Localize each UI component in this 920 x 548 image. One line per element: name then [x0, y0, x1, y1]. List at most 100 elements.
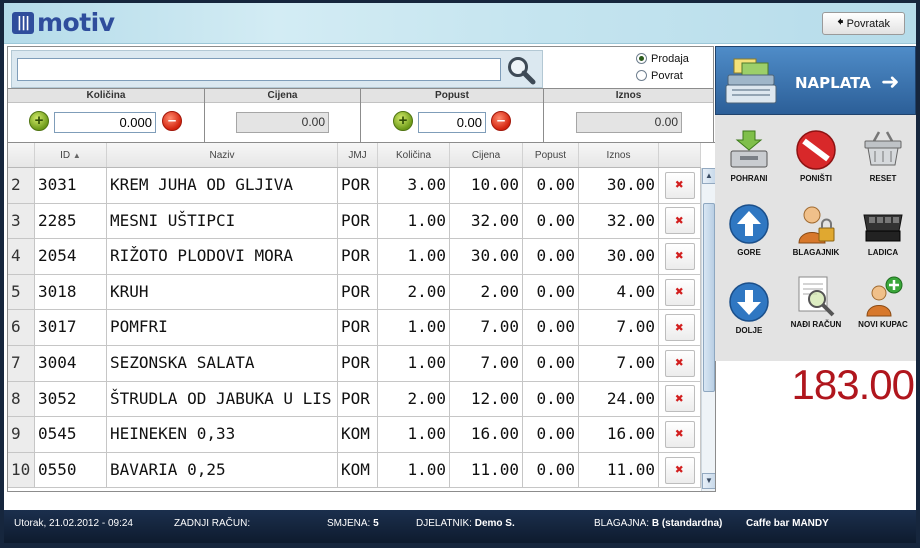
delete-row-button[interactable]: ✖	[664, 456, 695, 484]
discount-increase-button[interactable]: +	[393, 111, 413, 131]
mode-option-povrat[interactable]: Povrat	[636, 67, 689, 84]
reset-label: RESET	[869, 174, 897, 183]
delete-cell: ✖	[659, 452, 701, 488]
pohrani-label: POHRANI	[730, 174, 768, 183]
col-header-amount[interactable]: Iznos	[579, 143, 659, 167]
delete-row-button[interactable]: ✖	[664, 207, 695, 235]
row-number-cell: 9	[8, 417, 35, 452]
scroll-thumb[interactable]	[703, 203, 715, 392]
status-shift-label: SMJENA:	[327, 518, 371, 529]
ponisti-button[interactable]: PONIŠTI	[783, 129, 849, 185]
delete-row-button[interactable]: ✖	[664, 171, 695, 199]
row-number-cell: 5	[8, 274, 35, 310]
item-unit-cell: POR	[338, 310, 378, 345]
dolje-button[interactable]: DOLJE	[716, 281, 782, 337]
col-header-price[interactable]: Cijena	[450, 143, 523, 167]
item-price-cell: 30.00	[450, 239, 523, 274]
delete-row-button[interactable]: ✖	[664, 349, 695, 377]
table-row[interactable]: 6 3017 POMFRI POR 1.00 7.00 0.00 7.00 ✖	[8, 310, 701, 346]
table-scrollbar[interactable]: ▲ ▼	[701, 168, 715, 491]
item-amount-cell: 32.00	[579, 203, 659, 239]
delete-row-button[interactable]: ✖	[664, 278, 695, 306]
quantity-decrease-button[interactable]: –	[162, 111, 182, 131]
row-number-cell: 4	[8, 239, 35, 274]
item-price-cell: 7.00	[450, 345, 523, 381]
add-customer-icon	[866, 276, 903, 317]
item-name-cell: MESNI UŠTIPCI	[107, 203, 338, 239]
delete-row-button[interactable]: ✖	[664, 420, 695, 448]
search-input[interactable]	[17, 58, 501, 81]
delete-row-button[interactable]: ✖	[664, 385, 695, 413]
search-icon[interactable]	[506, 55, 536, 85]
item-price-cell: 7.00	[450, 310, 523, 345]
status-venue: Caffe bar MANDY	[746, 518, 829, 529]
table-row[interactable]: 5 3018 KRUH POR 2.00 2.00 0.00 4.00 ✖	[8, 274, 701, 311]
delete-row-button[interactable]: ✖	[664, 242, 695, 270]
scroll-down-button[interactable]: ▼	[702, 473, 715, 489]
col-header-unit[interactable]: JMJ	[338, 143, 378, 167]
col-header-id[interactable]: ID ▲	[35, 143, 107, 167]
delete-x-icon: ✖	[675, 177, 684, 194]
discount-decrease-button[interactable]: –	[491, 111, 511, 131]
table-row[interactable]: 8 3052 ŠTRUDLA OD JABUKA U LIS POR 2.00 12.00…	[8, 381, 701, 418]
status-employee-value: Demo S.	[474, 518, 515, 529]
item-id-cell: 2285	[35, 203, 107, 239]
logo: ||| motiv	[12, 10, 115, 36]
table-row[interactable]: 9 0545 HEINEKEN 0,33 KOM 1.00 16.00 0.00 16.00 ✖	[8, 417, 701, 453]
pohrani-button[interactable]: POHRANI	[716, 129, 782, 185]
reset-button[interactable]: RESET	[850, 129, 916, 185]
delete-x-icon: ✖	[675, 248, 684, 265]
item-id-cell: 3017	[35, 310, 107, 345]
col-header-name[interactable]: Naziv	[107, 143, 338, 167]
item-quantity-cell: 1.00	[378, 417, 450, 452]
delete-cell: ✖	[659, 274, 701, 310]
item-quantity-cell: 2.00	[378, 381, 450, 417]
search-box	[11, 50, 543, 88]
mode-option-prodaja[interactable]: Prodaja	[636, 50, 689, 67]
item-name-cell: BAVARIA 0,25	[107, 452, 338, 488]
table-row[interactable]: 4 2054 RIŽOTO PLODOVI MORA POR 1.00 30.00 0.00…	[8, 239, 701, 275]
discount-field-group: Popust + 0.00 –	[361, 89, 544, 142]
item-name-cell: ŠTRUDLA OD JABUKA U LIS	[107, 381, 338, 417]
payment-button[interactable]: NAPLATA ➜	[715, 46, 916, 115]
logo-mark-icon: |||	[12, 12, 34, 34]
quantity-input[interactable]: 0.000	[54, 112, 156, 133]
item-quantity-cell: 1.00	[378, 310, 450, 345]
ladica-button[interactable]: LADICA	[850, 203, 916, 259]
logo-text: motiv	[37, 8, 115, 37]
table-row[interactable]: 10 0550 BAVARIA 0,25 KOM 1.00 11.00 0.00 11.00 ✖	[8, 452, 701, 489]
item-amount-cell: 16.00	[579, 417, 659, 452]
amount-field-group: Iznos 0.00	[544, 89, 713, 142]
delete-cell: ✖	[659, 345, 701, 381]
item-id-cell: 3052	[35, 381, 107, 417]
ponisti-label: PONIŠTI	[799, 174, 832, 183]
quantity-field-group: Količina + 0.000 –	[8, 89, 205, 142]
col-header-id-label: ID	[60, 150, 71, 161]
item-id-cell: 0545	[35, 417, 107, 452]
delete-cell: ✖	[659, 168, 701, 203]
delete-row-button[interactable]: ✖	[664, 314, 695, 342]
back-button[interactable]: 🠸 Povratak	[822, 12, 905, 35]
scroll-up-button[interactable]: ▲	[702, 168, 715, 184]
delete-cell: ✖	[659, 203, 701, 239]
delete-cell: ✖	[659, 417, 701, 452]
col-header-discount[interactable]: Popust	[523, 143, 579, 167]
header-bar: ||| motiv 🠸 Povratak	[4, 3, 916, 44]
col-header-quantity[interactable]: Količina	[378, 143, 450, 167]
table-row[interactable]: 2 3031 KREM JUHA OD GLJIVA POR 3.00 10.00 0.00…	[8, 168, 701, 204]
item-name-cell: RIŽOTO PLODOVI MORA	[107, 239, 338, 274]
gore-button[interactable]: GORE	[716, 203, 782, 259]
table-row[interactable]: 7 3004 SEZONSKA SALATA POR 1.00 7.00 0.00 7.00 ✖	[8, 345, 701, 382]
discount-input[interactable]: 0.00	[418, 112, 486, 133]
item-name-cell: KREM JUHA OD GLJIVA	[107, 168, 338, 203]
blagajnik-button[interactable]: BLAGAJNIK	[783, 203, 849, 259]
nadi-racun-button[interactable]: NAĐI RAČUN	[783, 275, 849, 331]
col-header-delete	[659, 143, 701, 167]
item-quantity-cell: 3.00	[378, 168, 450, 203]
table-row[interactable]: 3 2285 MESNI UŠTIPCI POR 1.00 32.00 0.00 32.00 ✖	[8, 203, 701, 240]
novi-kupac-button[interactable]: NOVI KUPAC	[850, 275, 916, 331]
delete-x-icon: ✖	[675, 426, 684, 443]
item-entry-row: Količina + 0.000 – Cijena 0.00 Popust + …	[7, 89, 714, 143]
quantity-increase-button[interactable]: +	[29, 111, 49, 131]
status-bar: Utorak, 21.02.2012 - 09:24 ZADNJI RAČUN:…	[4, 510, 916, 543]
